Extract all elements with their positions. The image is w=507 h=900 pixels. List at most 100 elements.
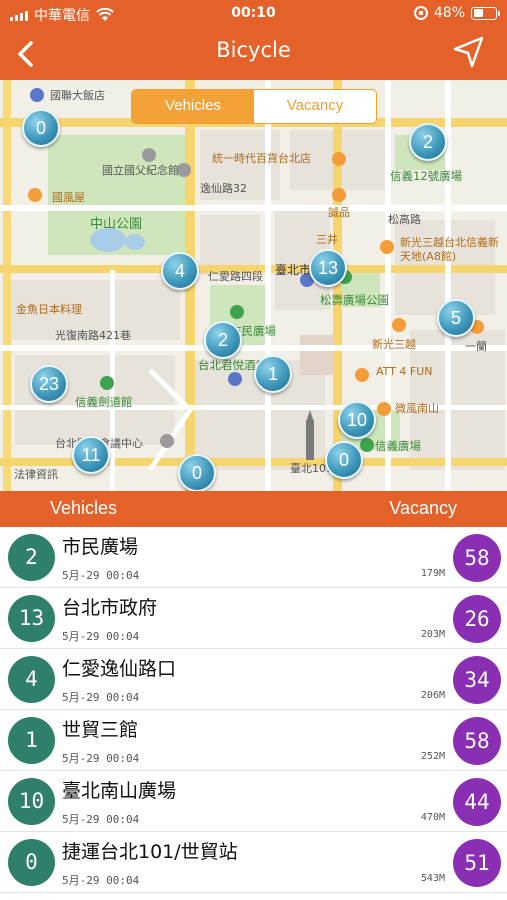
- page-title: Bicycle: [216, 38, 291, 62]
- map-label: 國立國父紀念館: [102, 164, 179, 177]
- station-marker[interactable]: 10: [338, 401, 376, 439]
- update-time: 5月-29 00:04: [62, 813, 140, 826]
- station-marker[interactable]: 11: [72, 436, 110, 474]
- distance: 252M: [420, 751, 445, 762]
- map-label: 信義12號廣場: [390, 169, 463, 183]
- station-name: 台北市政府: [62, 597, 158, 619]
- toggle-vehicles[interactable]: Vehicles: [132, 90, 254, 123]
- status-right: 48%: [413, 5, 500, 21]
- map-label: 逸仙路32: [200, 182, 247, 195]
- list-item[interactable]: 13 台北市政府 5月-29 00:04 203M 26: [0, 588, 507, 649]
- shop-pin-icon: [392, 318, 406, 332]
- landmark-pin-icon: [142, 148, 156, 162]
- list-item[interactable]: 2 市民廣場 5月-29 00:04 179M 58: [0, 527, 507, 588]
- map-label: 統一時代百貨台北店: [212, 152, 311, 165]
- station-marker[interactable]: 4: [161, 252, 199, 290]
- map-label: 一蘭: [465, 340, 487, 353]
- map-label: 誠品: [328, 206, 350, 219]
- map-label: 微風南山: [395, 402, 439, 415]
- update-time: 5月-29 00:04: [62, 630, 140, 643]
- vehicles-count-badge: 13: [8, 595, 55, 642]
- shop-pin-icon: [332, 188, 346, 202]
- map-label: 新光三越台北信義新天地(A8館): [400, 236, 499, 263]
- station-marker[interactable]: 2: [204, 321, 242, 359]
- vacancy-count-badge: 58: [453, 534, 501, 582]
- map-label: 中山公園: [90, 217, 143, 232]
- status-bar: 中華電信 00:10 48%: [0, 0, 507, 28]
- station-marker[interactable]: 5: [437, 299, 475, 337]
- vacancy-count-badge: 34: [453, 656, 501, 704]
- station-marker[interactable]: 0: [325, 441, 363, 479]
- map-view[interactable]: 國聯大飯店 國立國父紀念館 中山公園 統一時代百貨台北店 信義12號廣場 松高路…: [0, 80, 507, 491]
- map-label: 新光三越: [372, 338, 416, 351]
- navigation-arrow-icon[interactable]: [451, 34, 487, 70]
- park-pin-icon: [360, 438, 374, 452]
- shop-pin-icon: [332, 152, 346, 166]
- station-name: 仁愛逸仙路口: [62, 658, 177, 680]
- app-header: 中華電信 00:10 48% Bicycle: [0, 0, 507, 80]
- landmark-pin-icon: [177, 163, 191, 177]
- restaurant-pin-icon: [28, 188, 42, 202]
- map-label: 法律資訊: [14, 468, 58, 481]
- toggle-vacancy[interactable]: Vacancy: [254, 90, 376, 123]
- vacancy-count-badge: 26: [453, 595, 501, 643]
- vacancy-column-label: Vacancy: [389, 498, 457, 518]
- vacancy-count-badge: 51: [453, 839, 501, 887]
- vehicles-count-badge: 0: [8, 839, 55, 886]
- station-name: 世貿三館: [62, 719, 139, 741]
- battery-icon: [471, 6, 500, 20]
- station-marker[interactable]: 23: [30, 365, 68, 403]
- map-label: 臺北市: [275, 263, 312, 277]
- map-mode-toggle[interactable]: Vehicles Vacancy: [131, 89, 377, 124]
- station-marker[interactable]: 0: [178, 454, 216, 491]
- map-label: 仁愛路四段: [208, 270, 263, 283]
- map-label: 松壽廣場公園: [320, 293, 389, 307]
- vacancy-count-badge: 58: [453, 717, 501, 765]
- station-name: 捷運台北101/世貿站: [62, 841, 238, 863]
- distance: 206M: [420, 690, 445, 701]
- station-name: 臺北南山廣場: [62, 780, 177, 802]
- vehicles-count-badge: 4: [8, 656, 55, 703]
- park-pin-icon: [230, 305, 244, 319]
- map-label: 信義廣場: [375, 439, 421, 453]
- distance: 203M: [420, 629, 445, 640]
- hotel-pin-icon: [30, 88, 44, 102]
- vehicles-count-badge: 1: [8, 717, 55, 764]
- map-label: ATT 4 FUN: [376, 365, 433, 378]
- station-list[interactable]: 2 市民廣場 5月-29 00:04 179M 58 13 台北市政府 5月-2…: [0, 527, 507, 900]
- list-item[interactable]: 10 臺北南山廣場 5月-29 00:04 470M 44: [0, 771, 507, 832]
- update-time: 5月-29 00:04: [62, 874, 140, 887]
- list-header: Vehicles Vacancy: [0, 491, 507, 527]
- map-label: 信義劍道館: [75, 395, 133, 409]
- station-marker[interactable]: 13: [309, 249, 347, 287]
- distance: 543M: [420, 873, 445, 884]
- vehicles-count-badge: 2: [8, 534, 55, 581]
- update-time: 5月-29 00:04: [62, 752, 140, 765]
- nav-bar: Bicycle: [0, 28, 507, 80]
- list-item[interactable]: 4 仁愛逸仙路口 5月-29 00:04 206M 34: [0, 649, 507, 710]
- shop-pin-icon: [355, 368, 369, 382]
- shop-pin-icon: [377, 402, 391, 416]
- station-marker[interactable]: 2: [409, 123, 447, 161]
- update-time: 5月-29 00:04: [62, 691, 140, 704]
- hotel-pin-icon: [228, 372, 242, 386]
- map-label: 三井: [316, 233, 338, 246]
- station-marker[interactable]: 0: [22, 109, 60, 147]
- map-label: 國風屋: [52, 191, 85, 204]
- map-label: 松高路: [388, 213, 421, 226]
- battery-percent: 48%: [433, 5, 465, 21]
- distance: 179M: [420, 568, 445, 579]
- park-pin-icon: [100, 376, 114, 390]
- map-label: 國聯大飯店: [50, 89, 105, 102]
- vehicles-column-label: Vehicles: [50, 498, 118, 518]
- vehicles-count-badge: 10: [8, 778, 55, 825]
- map-label: 光復南路421巷: [55, 329, 131, 342]
- landmark-pin-icon: [160, 434, 174, 448]
- station-name: 市民廣場: [62, 536, 139, 558]
- station-marker[interactable]: 1: [254, 355, 292, 393]
- rotation-lock-icon: [413, 6, 428, 20]
- list-item[interactable]: 0 捷運台北101/世貿站 5月-29 00:04 543M 51: [0, 832, 507, 893]
- list-item[interactable]: 1 世貿三館 5月-29 00:04 252M 58: [0, 710, 507, 771]
- shop-pin-icon: [380, 240, 394, 254]
- distance: 470M: [420, 812, 445, 823]
